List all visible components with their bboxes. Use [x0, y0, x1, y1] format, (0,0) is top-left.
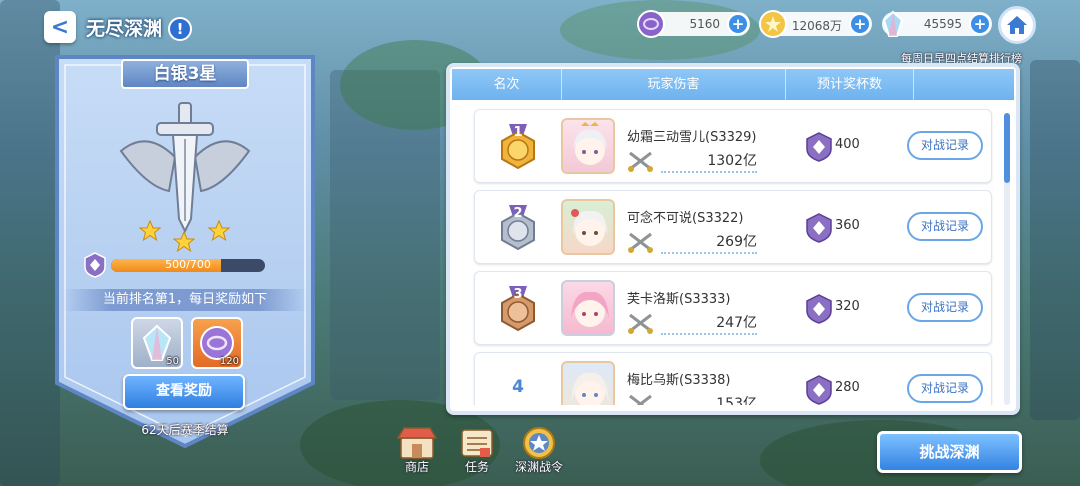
abyss-pass-label: 深渊战令 — [514, 460, 563, 474]
expected-cups: 280 — [835, 380, 860, 395]
silver-sword-emblem-icon — [119, 102, 251, 234]
currency-value: 45595 — [923, 17, 962, 31]
rank-number: 3 — [513, 287, 523, 302]
home-button[interactable] — [998, 6, 1036, 44]
battle-record-button[interactable]: 对战记录 — [907, 131, 983, 160]
shop-button[interactable]: 商店 — [392, 426, 442, 474]
player-damage: 153亿 — [661, 393, 757, 405]
rainbow-crystal-icon — [878, 9, 908, 39]
scrollbar-thumb[interactable] — [1004, 113, 1010, 183]
task-scroll-icon — [461, 429, 493, 457]
add-gold-coin-button[interactable]: + — [849, 13, 871, 35]
rank-panel: 白银3星 500/700 当前排名第1，每日奖励如下 50 120 查看奖励 6… — [53, 53, 317, 450]
table-row: 1 幼霜三动雪儿(S3329) 1302亿 400 对战记录 — [474, 109, 992, 183]
crossed-swords-icon — [629, 394, 652, 405]
player-avatar[interactable] — [561, 280, 615, 336]
task-label: 任务 — [464, 460, 489, 474]
column-header-rank: 名次 — [452, 69, 562, 100]
column-header-cups: 预计奖杯数 — [786, 69, 914, 100]
expected-cups: 320 — [835, 299, 860, 314]
progress-text: 500/700 — [165, 258, 211, 271]
reward-item-coin[interactable]: 120 — [191, 317, 243, 369]
add-crystal-button[interactable]: + — [969, 13, 991, 35]
battle-record-button[interactable]: 对战记录 — [907, 374, 983, 403]
column-header-damage: 玩家伤害 — [562, 69, 786, 100]
crossed-swords-icon — [628, 151, 653, 172]
battle-record-button[interactable]: 对战记录 — [907, 212, 983, 241]
player-damage: 269亿 — [661, 231, 757, 254]
currency-gold-coin: 12068万 + — [759, 10, 872, 38]
currency-crystal: 45595 + — [882, 10, 992, 37]
crossed-swords-icon — [628, 313, 653, 334]
tier-title: 白银3星 — [121, 59, 249, 89]
currency-purple-coin: 5160 + — [637, 10, 750, 38]
page-title: 无尽深渊 — [86, 18, 163, 40]
star-1-icon — [139, 220, 161, 242]
player-damage: 247亿 — [661, 312, 757, 335]
player-avatar[interactable] — [561, 118, 615, 174]
table-row: 2 可念不可说(S3322) 269亿 360 对战记录 — [474, 190, 992, 264]
avatar-portrait-icon — [571, 372, 609, 405]
avatar-portrait-icon — [573, 122, 607, 165]
task-button[interactable]: 任务 — [452, 426, 502, 474]
trophy-shield-icon — [806, 294, 832, 324]
season-end-note: 62天后赛季结算 — [141, 423, 229, 437]
player-damage: 1302亿 — [661, 150, 757, 173]
star-2-icon — [173, 231, 195, 253]
back-button[interactable]: < — [44, 11, 76, 43]
expected-cups: 360 — [835, 218, 860, 233]
player-name: 梅比乌斯(S3338) — [627, 373, 731, 388]
rank-number: 4 — [512, 377, 524, 397]
back-arrow-icon: < — [50, 14, 70, 40]
reward-item-crystal[interactable]: 50 — [131, 317, 183, 369]
avatar-portrait-icon — [571, 209, 607, 246]
daily-reward-note: 当前排名第1，每日奖励如下 — [63, 289, 307, 311]
leaderboard-panel: 名次 玩家伤害 预计奖杯数 1 幼霜三动雪儿(S3329) 1302亿 400 … — [446, 63, 1020, 415]
trophy-shield-icon — [806, 213, 832, 243]
challenge-abyss-button[interactable]: 挑战深渊 — [877, 431, 1022, 473]
column-header-empty — [914, 69, 1014, 100]
player-avatar[interactable] — [561, 361, 615, 405]
leaderboard-scrollbar[interactable] — [1004, 113, 1010, 405]
abyss-pass-icon — [523, 427, 555, 459]
leaderboard-rows[interactable]: 1 幼霜三动雪儿(S3329) 1302亿 400 对战记录 2 可念不可说(S… — [452, 105, 1000, 405]
crossed-swords-icon — [628, 232, 653, 253]
player-name: 幼霜三动雪儿(S3329) — [627, 130, 757, 145]
currency-value: 12068万 — [791, 19, 842, 33]
table-row: 4 梅比乌斯(S3338) 153亿 280 对战记录 — [474, 352, 992, 405]
expected-cups: 400 — [835, 137, 860, 152]
avatar-portrait-icon — [571, 291, 609, 327]
purple-coin-icon — [636, 9, 666, 39]
star-3-icon — [208, 220, 230, 242]
player-avatar[interactable] — [561, 199, 615, 255]
abyss-pass-button[interactable]: 深渊战令 — [514, 426, 564, 474]
leaderboard-header: 名次 玩家伤害 预计奖杯数 — [452, 69, 1014, 100]
rank-number: 1 — [513, 125, 523, 140]
trophy-shield-icon — [84, 252, 106, 278]
gold-star-coin-icon — [758, 9, 788, 39]
reward-quantity: 120 — [219, 356, 239, 367]
trophy-shield-icon — [806, 132, 832, 162]
add-purple-coin-button[interactable]: + — [727, 13, 749, 35]
trophy-shield-icon — [806, 375, 832, 405]
player-name: 可念不可说(S3322) — [627, 211, 744, 226]
rank-number: 2 — [513, 206, 523, 221]
reward-quantity: 50 — [166, 356, 179, 367]
view-reward-button[interactable]: 查看奖励 — [123, 374, 245, 410]
shop-icon — [396, 427, 438, 459]
battle-record-button[interactable]: 对战记录 — [907, 293, 983, 322]
currency-value: 5160 — [689, 17, 720, 31]
trophy-progress: 500/700 — [83, 252, 273, 278]
table-row: 3 芙卡洛斯(S3333) 247亿 320 对战记录 — [474, 271, 992, 345]
player-name: 芙卡洛斯(S3333) — [627, 292, 731, 307]
home-icon — [1007, 16, 1027, 34]
info-icon[interactable]: ! — [168, 17, 192, 41]
